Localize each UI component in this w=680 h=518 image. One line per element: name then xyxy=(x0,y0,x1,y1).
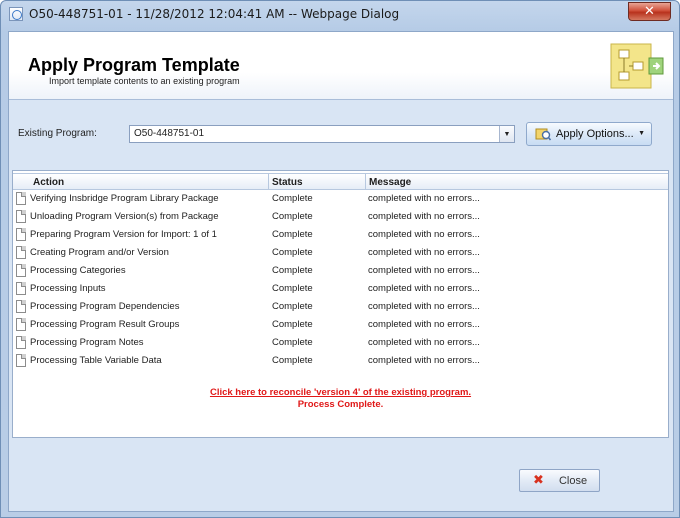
row-message: completed with no errors... xyxy=(368,337,480,348)
row-status: Complete xyxy=(272,301,313,312)
row-status: Complete xyxy=(272,355,313,366)
row-action: Processing Categories xyxy=(30,265,126,276)
document-icon xyxy=(16,336,26,349)
process-status-text: Process Complete. xyxy=(297,399,384,410)
row-message: completed with no errors... xyxy=(368,211,480,222)
row-message: completed with no errors... xyxy=(368,355,480,366)
header-panel: Apply Program Template Import template c… xyxy=(9,32,673,100)
document-icon xyxy=(16,354,26,367)
row-status: Complete xyxy=(272,319,313,330)
row-action: Processing Program Dependencies xyxy=(30,301,180,312)
title-bar[interactable]: O50-448751-01 - 11/28/2012 12:04:41 AM -… xyxy=(1,1,679,27)
row-action: Unloading Program Version(s) from Packag… xyxy=(30,211,219,222)
table-row[interactable]: Processing Program Result Groups Complet… xyxy=(13,316,668,334)
row-status: Complete xyxy=(272,265,313,276)
row-action: Processing Program Result Groups xyxy=(30,319,180,330)
reconcile-version-link[interactable]: Click here to reconcile 'version 4' of t… xyxy=(13,387,668,398)
document-icon xyxy=(16,228,26,241)
row-message: completed with no errors... xyxy=(368,301,480,312)
row-status: Complete xyxy=(272,337,313,348)
row-message: completed with no errors... xyxy=(368,265,480,276)
dialog-body: Apply Program Template Import template c… xyxy=(8,31,674,512)
existing-program-label: Existing Program: xyxy=(18,128,97,139)
column-divider[interactable] xyxy=(268,174,269,190)
existing-program-select[interactable]: O50-448751-01 ▼ xyxy=(129,125,515,143)
table-row[interactable]: Verifying Insbridge Program Library Pack… xyxy=(13,190,668,208)
window-title: O50-448751-01 - 11/28/2012 12:04:41 AM -… xyxy=(29,7,400,21)
row-status: Complete xyxy=(272,193,313,204)
row-action: Preparing Program Version for Import: 1 … xyxy=(30,229,217,240)
document-icon xyxy=(16,300,26,313)
row-action: Creating Program and/or Version xyxy=(30,247,169,258)
row-message: completed with no errors... xyxy=(368,283,480,294)
apply-options-button[interactable]: Apply Options... ▼ xyxy=(526,122,652,146)
row-action: Processing Program Notes xyxy=(30,337,144,348)
column-header-message[interactable]: Message xyxy=(369,177,411,188)
row-status: Complete xyxy=(272,247,313,258)
close-button[interactable]: ✖ Close xyxy=(519,469,600,492)
row-message: completed with no errors... xyxy=(368,319,480,330)
table-row[interactable]: Unloading Program Version(s) from Packag… xyxy=(13,208,668,226)
row-action: Verifying Insbridge Program Library Pack… xyxy=(30,193,219,204)
page-subtitle: Import template contents to an existing … xyxy=(49,76,240,86)
table-row[interactable]: Preparing Program Version for Import: 1 … xyxy=(13,226,668,244)
row-message: completed with no errors... xyxy=(368,247,480,258)
window-close-button[interactable]: ✕ xyxy=(628,2,671,21)
apply-options-label: Apply Options... xyxy=(556,128,634,140)
apply-options-icon xyxy=(535,128,551,141)
row-status: Complete xyxy=(272,283,313,294)
row-action: Processing Inputs xyxy=(30,283,106,294)
existing-program-value: O50-448751-01 xyxy=(134,128,205,139)
table-row[interactable]: Processing Program Dependencies Complete… xyxy=(13,298,668,316)
document-icon xyxy=(16,318,26,331)
table-row[interactable]: Creating Program and/or Version Complete… xyxy=(13,244,668,262)
close-icon: ✖ xyxy=(532,473,544,488)
page-title: Apply Program Template xyxy=(28,55,240,75)
template-flowchart-icon xyxy=(610,43,664,89)
document-icon xyxy=(16,246,26,259)
document-icon xyxy=(16,210,26,223)
column-header-status[interactable]: Status xyxy=(272,177,303,188)
document-icon xyxy=(16,282,26,295)
ie-page-icon xyxy=(9,7,23,21)
chevron-down-icon[interactable]: ▼ xyxy=(499,126,514,142)
row-status: Complete xyxy=(272,229,313,240)
column-header-action[interactable]: Action xyxy=(33,177,64,188)
document-icon xyxy=(16,192,26,205)
table-row[interactable]: Processing Table Variable Data Complete … xyxy=(13,352,668,370)
column-divider[interactable] xyxy=(365,174,366,190)
row-status: Complete xyxy=(272,211,313,222)
close-button-label: Close xyxy=(558,474,588,487)
row-action: Processing Table Variable Data xyxy=(30,355,162,366)
row-message: completed with no errors... xyxy=(368,229,480,240)
dialog-window: O50-448751-01 - 11/28/2012 12:04:41 AM -… xyxy=(0,0,680,518)
document-icon xyxy=(16,264,26,277)
table-row[interactable]: Processing Inputs Complete completed wit… xyxy=(13,280,668,298)
table-row[interactable]: Processing Program Notes Complete comple… xyxy=(13,334,668,352)
program-row: Existing Program: O50-448751-01 ▼ Apply … xyxy=(9,118,673,148)
dropdown-caret-icon: ▼ xyxy=(638,130,645,137)
progress-grid: Action Status Message Verifying Insbridg… xyxy=(12,170,669,438)
table-row[interactable]: Processing Categories Complete completed… xyxy=(13,262,668,280)
row-message: completed with no errors... xyxy=(368,193,480,204)
grid-header: Action Status Message xyxy=(13,173,668,190)
